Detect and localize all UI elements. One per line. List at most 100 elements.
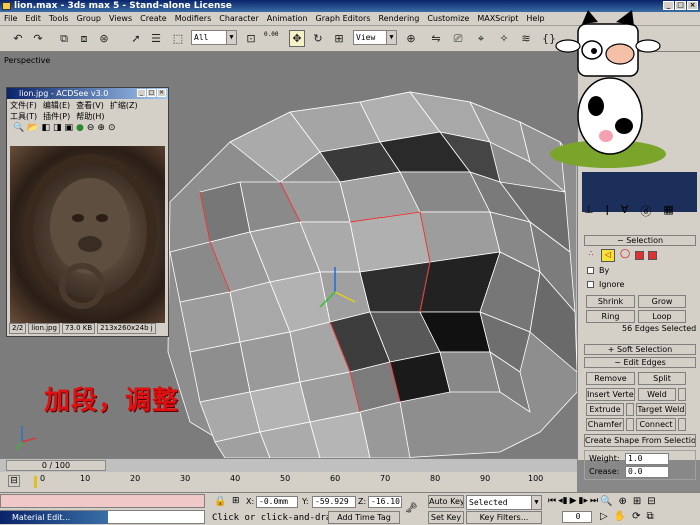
vertex-level-icon[interactable]: ∴ <box>585 249 597 261</box>
configure-sets-icon[interactable]: ▦ <box>663 203 673 219</box>
go-to-end-icon[interactable]: ⏭ <box>590 496 598 506</box>
track-bar[interactable]: ⊟ 0 10 20 30 40 50 60 70 80 90 100 <box>0 472 577 492</box>
y-coordinate[interactable]: -59.929 <box>312 496 356 508</box>
redo-icon[interactable]: ↷ <box>30 30 46 47</box>
weld-button[interactable]: Weld <box>638 388 676 401</box>
acdsee-menu-zoom[interactable]: 扩缩(Z) <box>110 100 138 111</box>
acdsee-menu-edit[interactable]: 编辑(E) <box>43 100 70 111</box>
auto-key-button[interactable]: Auto Key <box>428 495 464 508</box>
menu-graph-editors[interactable]: Graph Editors <box>312 12 375 25</box>
undo-icon[interactable]: ↶ <box>10 30 26 47</box>
key-icon[interactable]: 🗝 <box>405 503 418 514</box>
menu-views[interactable]: Views <box>105 12 136 25</box>
fullscreen-icon[interactable]: ▣ <box>64 123 73 137</box>
menu-customize[interactable]: Customize <box>423 12 473 25</box>
selection-rollout-header[interactable]: − Selection <box>584 235 696 246</box>
link-icon[interactable]: ⧉ <box>56 30 72 47</box>
menu-group[interactable]: Group <box>73 12 105 25</box>
close-icon[interactable]: × <box>687 1 698 10</box>
menu-character[interactable]: Character <box>215 12 263 25</box>
menu-tools[interactable]: Tools <box>45 12 73 25</box>
key-filters-button[interactable]: Key Filters... <box>466 511 542 524</box>
element-level-icon[interactable] <box>648 251 657 260</box>
open-folder-icon[interactable]: 📂 <box>27 123 38 137</box>
weight-input[interactable]: 1.0 <box>625 453 669 465</box>
menu-create[interactable]: Create <box>136 12 171 25</box>
material-editor-taskbar[interactable]: Material Edit... <box>0 511 108 524</box>
border-level-icon[interactable]: ◯ <box>619 249 631 261</box>
zoom-fit-icon[interactable]: ⊙ <box>108 123 116 137</box>
zoom-in-icon[interactable]: ⊕ <box>97 123 105 137</box>
absolute-mode-icon[interactable]: ⊞ <box>232 496 240 506</box>
edge-level-icon[interactable]: ◁ <box>601 249 615 262</box>
viewport-label[interactable]: Perspective <box>4 56 50 65</box>
maximize-viewport-icon[interactable]: ⧉ <box>647 511 654 522</box>
unlink-icon[interactable]: ⧈ <box>76 30 92 47</box>
weld-settings-button[interactable] <box>678 388 686 401</box>
select-by-name-icon[interactable]: ☰ <box>148 30 164 47</box>
select-scale-icon[interactable]: ⊞ <box>331 30 347 47</box>
make-unique-icon[interactable]: ∀ <box>621 203 629 219</box>
rect-selection-icon[interactable]: ⬚ <box>170 30 186 47</box>
selection-filter-combo[interactable]: All ▼ <box>191 30 237 45</box>
pivot-center-icon[interactable]: ⊕ <box>403 30 419 47</box>
insert-vertex-button[interactable]: Insert Vertex <box>586 388 635 401</box>
arc-rotate-icon[interactable]: ⟳ <box>632 511 640 522</box>
current-frame-input[interactable]: 0 <box>562 511 592 523</box>
remove-button[interactable]: Remove <box>586 372 635 385</box>
acdsee-menu-file[interactable]: 文件(F) <box>10 100 37 111</box>
chamfer-button[interactable]: Chamfer <box>586 418 624 431</box>
next-frame-icon[interactable]: ▮▸ <box>579 496 588 506</box>
previous-frame-icon[interactable]: ◂▮ <box>558 496 567 506</box>
grow-button[interactable]: Grow <box>638 295 686 308</box>
crease-input[interactable]: 0.0 <box>625 466 669 478</box>
align-icon[interactable]: ⎚ <box>450 30 466 47</box>
target-weld-button[interactable]: Target Weld <box>636 403 686 416</box>
go-to-start-icon[interactable]: ⏮ <box>548 496 556 506</box>
shrink-button[interactable]: Shrink <box>586 295 635 308</box>
bind-space-warp-icon[interactable]: ⊛ <box>96 30 112 47</box>
loop-button[interactable]: Loop <box>638 310 686 323</box>
lock-selection-icon[interactable]: 🔒 <box>214 496 226 507</box>
zoom-out-icon[interactable]: ⊖ <box>87 123 95 137</box>
chamfer-settings-button[interactable] <box>626 418 634 431</box>
menu-edit[interactable]: Edit <box>21 12 45 25</box>
by-vertex-checkbox[interactable] <box>587 267 594 274</box>
acdsee-menu-help[interactable]: 帮助(H) <box>76 111 104 122</box>
menu-file[interactable]: File <box>0 12 21 25</box>
reference-coord-combo[interactable]: View ▼ <box>353 30 397 45</box>
pin-stack-icon[interactable]: ⊥ <box>584 203 594 219</box>
select-rotate-icon[interactable]: ↻ <box>310 30 326 47</box>
next-image-icon[interactable]: ◨ <box>53 123 62 137</box>
remove-modifier-icon[interactable]: ⓓ <box>640 203 651 219</box>
create-shape-button[interactable]: Create Shape From Selection <box>584 434 696 447</box>
acdsee-menu-tools[interactable]: 工具(T) <box>10 111 37 122</box>
maximize-icon[interactable]: □ <box>147 89 156 97</box>
acdsee-menu-view[interactable]: 查看(V) <box>76 100 104 111</box>
show-end-result-icon[interactable]: ǀ <box>606 203 609 219</box>
select-object-icon[interactable]: ➚ <box>128 30 144 47</box>
normal-align-icon[interactable]: ⌖ <box>473 30 489 47</box>
soft-selection-rollout-header[interactable]: + Soft Selection <box>584 344 696 355</box>
pan-icon[interactable]: ✋ <box>614 511 626 522</box>
browse-icon[interactable]: 🔍 <box>13 123 24 137</box>
acdsee-window[interactable]: lion.jpg - ACDSee v3.0 _ □ × 文件(F) 编辑(E)… <box>6 87 169 337</box>
field-of-view-icon[interactable]: ▷ <box>600 511 608 522</box>
connect-button[interactable]: Connect <box>636 418 676 431</box>
edit-edges-rollout-header[interactable]: − Edit Edges <box>584 357 696 368</box>
zoom-icon[interactable]: 🔍 <box>600 496 612 507</box>
place-highlight-icon[interactable]: ✧ <box>496 30 512 47</box>
prev-image-icon[interactable]: ◧ <box>41 123 50 137</box>
menu-modifiers[interactable]: Modifiers <box>171 12 216 25</box>
extrude-button[interactable]: Extrude <box>586 403 624 416</box>
play-icon[interactable]: ▶ <box>570 496 577 506</box>
connect-settings-button[interactable] <box>678 418 686 431</box>
mirror-icon[interactable]: ⇋ <box>428 30 444 47</box>
menu-help[interactable]: Help <box>522 12 548 25</box>
track-bar-menu-icon[interactable]: ⊟ <box>8 475 20 487</box>
ignore-backfacing-checkbox[interactable] <box>587 281 594 288</box>
minimize-icon[interactable]: _ <box>137 89 146 97</box>
time-slider[interactable]: 0 / 100 <box>6 460 106 471</box>
z-coordinate[interactable]: -16.10 <box>368 496 402 508</box>
split-button[interactable]: Split <box>638 372 686 385</box>
